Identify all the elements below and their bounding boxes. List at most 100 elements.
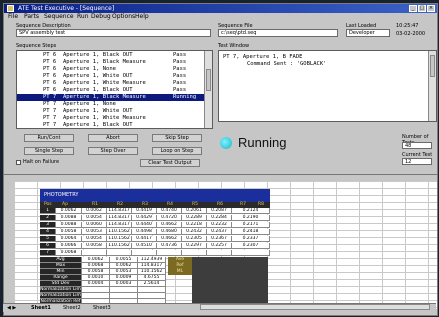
table-cell[interactable]: 110.1562 [107,229,132,235]
table-cell[interactable]: 0.4510 [132,243,157,249]
table-row: 3 0.0088 0.0060 114.8317 0.4440 0.4662 0.2218 0… [40,222,270,228]
running-indicator-icon [220,137,232,149]
table-cell[interactable]: 114.8317 [107,208,132,214]
table-cell[interactable]: 0.2289 [182,215,207,221]
sheet-horizontal-scrollbar[interactable] [200,304,430,310]
table-cell[interactable]: 0.2218 [182,222,207,228]
table-cell[interactable]: 0.4680 [157,229,182,235]
table-row: 1 0.0062 0.0062 114.8317 0.4419 0.4740 0.2061 0… [40,208,270,214]
table-cell[interactable]: 0.4662 [157,236,182,242]
table-cell[interactable]: 0.2284 [207,215,232,221]
table-cell[interactable]: 0.2305 [182,236,207,242]
table-cell[interactable]: 0.2437 [207,229,232,235]
row-index: 2 [40,215,56,221]
table-cell[interactable]: 0.0060 [82,222,107,228]
tab-sheet3[interactable]: Sheet3 [93,304,111,312]
table-cell[interactable]: 0.4440 [132,222,157,228]
table-cell[interactable]: 0.4720 [157,215,182,221]
table-cell[interactable] [232,250,270,256]
table-cell[interactable]: 0.2307 [232,243,270,249]
table-cell[interactable]: 0.0058 [56,229,82,235]
table-cell[interactable]: 0.0062 [56,208,82,214]
title-bar: ATE Test Executive - [Sequence] _ □ × [4,4,437,13]
table-cell[interactable]: 0.4736 [157,243,182,249]
table-row: 2 0.0088 0.0054 114.8317 0.4429 0.4720 0.2289 0… [40,215,270,221]
table-cell[interactable]: 114.8317 [107,215,132,221]
table-cell[interactable]: 0.2087 [207,208,232,214]
table-cell[interactable]: 0.0068 [56,250,82,256]
tab-sheet2[interactable]: Sheet2 [63,304,81,312]
row-index: 1 [40,208,56,214]
table-cell[interactable]: 0.0064 [56,236,82,242]
table-cell[interactable]: 0.0054 [82,215,107,221]
table-cell[interactable]: 0.4429 [132,215,157,221]
date-display: 03-02-2000 [396,31,426,37]
clear-output-button[interactable]: Clear Test Output [140,159,200,167]
single-step-button[interactable]: Single Step [24,147,74,155]
table-cell[interactable]: 0.2232 [207,222,232,228]
table-cell[interactable]: 114.8317 [107,222,132,228]
tab-sheet1[interactable]: Sheet1 [31,304,51,312]
current-test-field[interactable]: 12 [402,158,432,165]
table-cell[interactable]: 0.0088 [56,215,82,221]
menu-file[interactable]: File [8,13,18,21]
report-table: PHOTOMETRY Pos Ap R1 R2 R3 R4 R5 R6 R7 R… [40,189,270,305]
table-cell[interactable]: 0.0058 [82,243,107,249]
output-scrollbar[interactable] [428,51,436,121]
report-empty-pane [192,257,268,305]
report-title: PHOTOMETRY [44,192,79,198]
row-index: 3 [40,222,56,228]
table-row: 6 0.0066 0.0058 110.1562 0.4510 0.4736 0.2297 0… [40,243,270,249]
table-cell[interactable]: 0.2124 [232,208,270,214]
close-icon[interactable]: × [427,5,435,12]
halt-on-failure-label: Halt on Failure [23,159,60,165]
loop-on-step-button[interactable]: Loop on Step [152,147,202,155]
table-cell[interactable]: 0.0054 [82,236,107,242]
row-index: 7 [40,250,56,256]
summary-line: ML [176,269,184,274]
halt-on-failure-checkbox[interactable] [16,160,21,165]
table-cell[interactable]: 0.0066 [56,243,82,249]
table-cell[interactable]: 0.0062 [82,208,107,214]
row-index: 6 [40,243,56,249]
table-cell[interactable]: 0.2367 [207,236,232,242]
table-cell[interactable] [107,250,132,256]
table-cell[interactable]: 0.2432 [182,229,207,235]
table-cell[interactable]: 0.4498 [132,229,157,235]
table-cell[interactable]: 0.2337 [232,236,270,242]
tests-count-field[interactable]: 48 [402,142,432,149]
minimize-icon[interactable]: _ [409,5,417,12]
table-cell[interactable] [82,250,107,256]
table-cell[interactable]: 110.1562 [107,243,132,249]
window-title: ATE Test Executive - [Sequence] [18,5,115,12]
table-cell[interactable]: 0.4740 [157,208,182,214]
table-cell[interactable]: 0.2171 [232,222,270,228]
time-display: 10:25:47 [396,23,419,29]
table-row: 7 0.0068 [40,250,270,256]
loaded-field[interactable]: Developer [346,29,390,37]
table-row: 4 0.0058 0.0053 110.1562 0.4498 0.4680 0.2432 0… [40,229,270,235]
run-status: Running [238,135,287,150]
table-cell[interactable] [207,250,232,256]
table-cell[interactable]: 110.1562 [107,236,132,242]
table-cell[interactable]: 0.2061 [182,208,207,214]
table-cell[interactable] [132,250,157,256]
app-icon [7,5,14,12]
table-cell[interactable]: 0.4662 [157,222,182,228]
table-cell[interactable]: 0.2297 [182,243,207,249]
table-cell[interactable]: 0.2190 [232,215,270,221]
table-cell[interactable]: 0.4417 [132,236,157,242]
maximize-icon[interactable]: □ [418,5,426,12]
table-cell[interactable]: 0.0088 [56,222,82,228]
scrollbar-thumb[interactable] [430,55,435,77]
table-cell[interactable]: 0.2257 [207,243,232,249]
table-cell[interactable]: 0.4419 [132,208,157,214]
menu-parts[interactable]: Parts [24,13,39,21]
table-cell[interactable]: 0.2418 [232,229,270,235]
report-title-bar: PHOTOMETRY [40,189,270,202]
tab-nav-icon[interactable]: ◀ ▶ [7,304,16,312]
table-cell[interactable]: 0.0053 [82,229,107,235]
step-over-button[interactable]: Step Over [88,147,138,155]
table-cell[interactable] [157,250,182,256]
table-cell[interactable] [182,250,207,256]
